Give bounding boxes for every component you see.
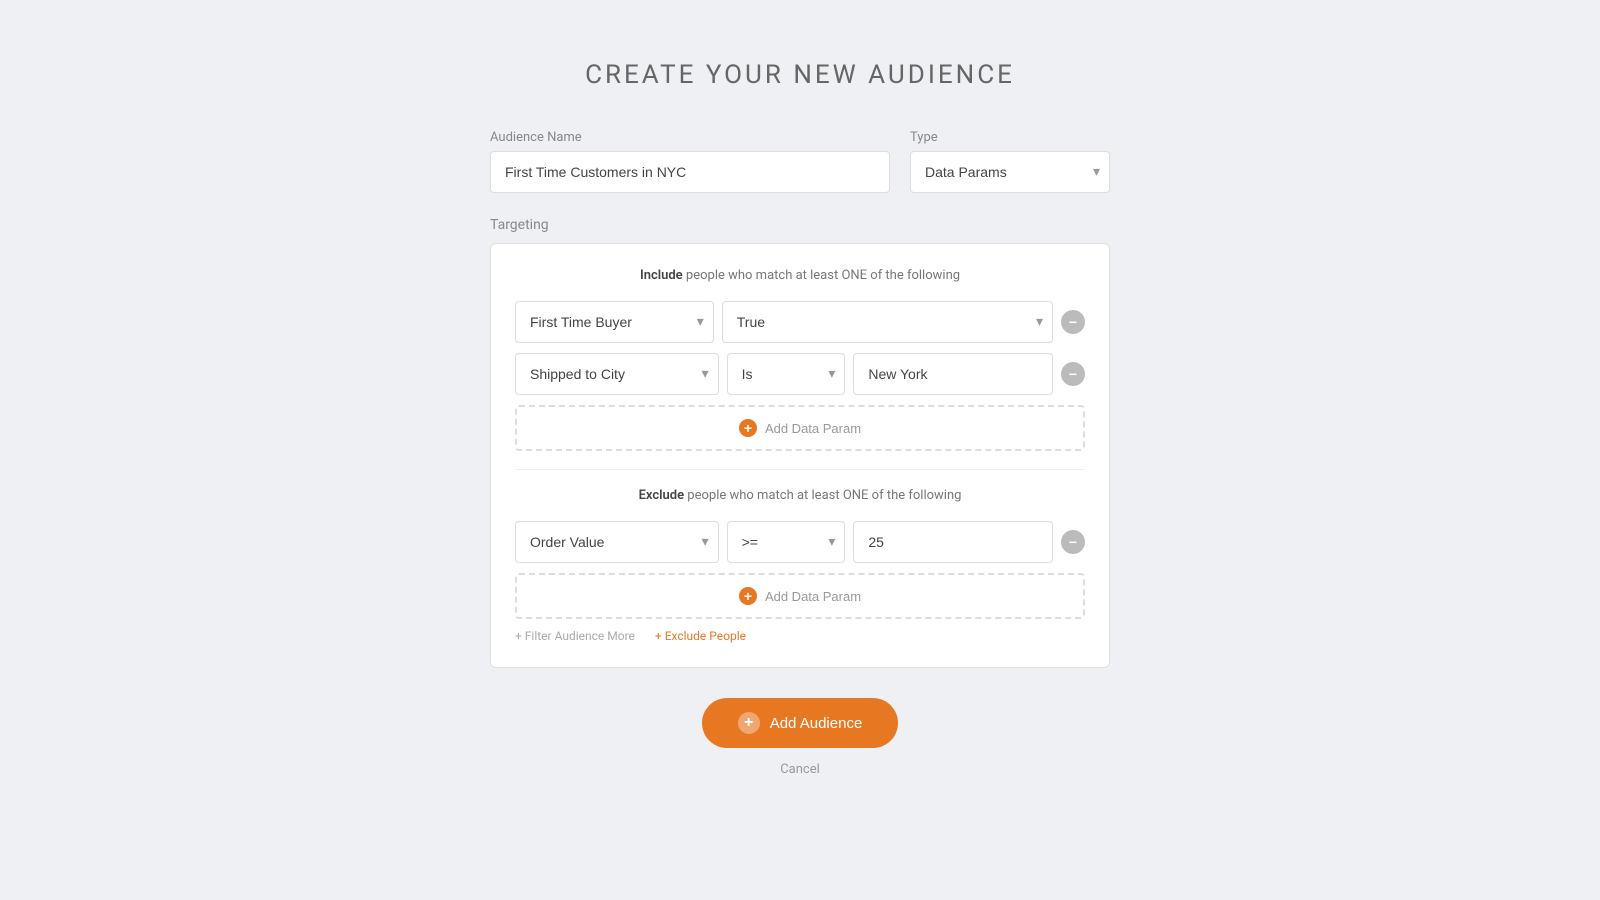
include-row-2: Shipped to City First Time Buyer Order V… [515,353,1085,395]
include-row1-param-wrapper: First Time Buyer Shipped to City Order V… [515,301,714,343]
type-select-wrapper: Data Params Custom SQL CSV Upload [910,151,1110,193]
section-divider [515,469,1085,470]
include-row2-value-input[interactable] [853,353,1053,395]
include-header: Include people who match at least ONE of… [515,268,1085,283]
exclude-row1-param-wrapper: Order Value First Time Buyer Shipped to … [515,521,719,563]
exclude-row1-operator-wrapper: >= <= = > < [727,521,846,563]
add-audience-plus-icon: + [738,712,760,734]
add-audience-label: Add Audience [770,715,863,732]
include-row1-operator-wrapper: True False [722,301,1053,343]
include-header-text: people who match at least ONE of the fol… [683,268,960,283]
exclude-row1-operator-select[interactable]: >= <= = > < [727,521,846,563]
exclude-row1-value-input[interactable] [853,521,1053,563]
exclude-strong: Exclude [639,488,685,503]
exclude-add-param-button[interactable]: + Add Data Param [515,573,1085,619]
type-label: Type [910,130,1110,145]
include-row-1: First Time Buyer Shipped to City Order V… [515,301,1085,343]
include-row1-remove-button[interactable]: − [1061,310,1085,334]
audience-name-input[interactable] [490,151,890,193]
page-title: CREATE YOUR NEW AUDIENCE [585,60,1015,90]
include-add-param-plus-icon: + [739,419,757,437]
include-row2-operator-wrapper: Is Is Not Contains [727,353,846,395]
include-row1-param-select[interactable]: First Time Buyer Shipped to City Order V… [515,301,714,343]
include-strong: Include [640,268,683,283]
cancel-link[interactable]: Cancel [780,762,820,777]
exclude-add-param-label: Add Data Param [765,589,861,604]
targeting-box: Include people who match at least ONE of… [490,243,1110,668]
form-section: Audience Name Type Data Params Custom SQ… [490,130,1110,668]
exclude-people-link[interactable]: + Exclude People [655,629,746,643]
exclude-row1-remove-button[interactable]: − [1061,530,1085,554]
footer-links: + Filter Audience More + Exclude People [515,629,1085,643]
exclude-add-param-plus-icon: + [739,587,757,605]
filter-audience-more-link[interactable]: + Filter Audience More [515,629,635,643]
audience-name-group: Audience Name [490,130,890,193]
add-audience-button[interactable]: + Add Audience [702,698,899,748]
exclude-row-1: Order Value First Time Buyer Shipped to … [515,521,1085,563]
audience-name-label: Audience Name [490,130,890,145]
type-group: Type Data Params Custom SQL CSV Upload [910,130,1110,193]
exclude-header-text: people who match at least ONE of the fol… [684,488,961,503]
exclude-row1-param-select[interactable]: Order Value First Time Buyer Shipped to … [515,521,719,563]
include-row1-operator-select[interactable]: True False [722,301,1053,343]
include-row2-operator-select[interactable]: Is Is Not Contains [727,353,846,395]
include-row2-remove-button[interactable]: − [1061,362,1085,386]
targeting-label: Targeting [490,217,1110,233]
include-row2-param-select[interactable]: Shipped to City First Time Buyer Order V… [515,353,719,395]
include-add-param-button[interactable]: + Add Data Param [515,405,1085,451]
include-row2-param-wrapper: Shipped to City First Time Buyer Order V… [515,353,719,395]
action-area: + Add Audience Cancel [702,668,899,777]
exclude-header: Exclude people who match at least ONE of… [515,488,1085,503]
top-fields: Audience Name Type Data Params Custom SQ… [490,130,1110,193]
type-select[interactable]: Data Params Custom SQL CSV Upload [910,151,1110,193]
include-add-param-label: Add Data Param [765,421,861,436]
